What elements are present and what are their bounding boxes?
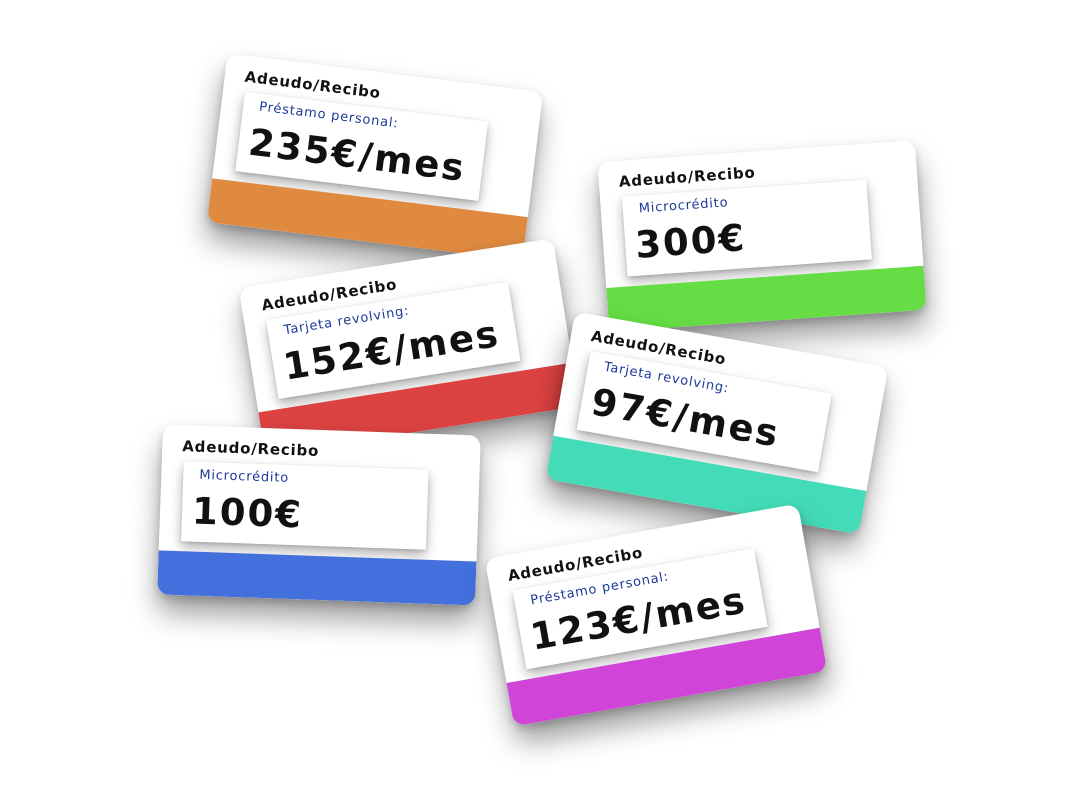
card-color-band bbox=[157, 550, 477, 606]
card-color-band bbox=[606, 265, 927, 332]
card-amount: 235€/mes bbox=[246, 120, 469, 190]
card-amount: 300€ bbox=[633, 216, 748, 267]
debit-card-microcredit-300: Adeudo/Recibo Microcrédito 300€ bbox=[597, 140, 927, 332]
card-detail-panel: Préstamo personal: 235€/mes bbox=[235, 91, 489, 201]
debit-card-revolving-97: Adeudo/Recibo Tarjeta revolving: 97€/mes bbox=[545, 311, 889, 535]
card-title: Adeudo/Recibo bbox=[182, 437, 320, 460]
card-subtitle: Microcrédito bbox=[199, 467, 290, 486]
debit-card-personal-loan-235: Adeudo/Recibo Préstamo personal: 235€/me… bbox=[206, 53, 544, 261]
card-amount: 100€ bbox=[191, 489, 304, 537]
card-detail-panel: Microcrédito 300€ bbox=[621, 179, 872, 277]
card-title: Adeudo/Recibo bbox=[618, 163, 757, 191]
card-subtitle: Microcrédito bbox=[638, 195, 729, 217]
debit-card-microcredit-100: Adeudo/Recibo Microcrédito 100€ bbox=[157, 424, 481, 606]
debit-cards-collage: Adeudo/Recibo Préstamo personal: 235€/me… bbox=[0, 0, 1080, 794]
debit-card-personal-loan-123: Adeudo/Recibo Préstamo personal: 123€/me… bbox=[484, 503, 828, 727]
card-detail-panel: Microcrédito 100€ bbox=[181, 461, 429, 550]
debit-card-revolving-152: Adeudo/Recibo Tarjeta revolving: 152€/me… bbox=[238, 238, 580, 456]
card-amount: 97€/mes bbox=[588, 380, 784, 456]
